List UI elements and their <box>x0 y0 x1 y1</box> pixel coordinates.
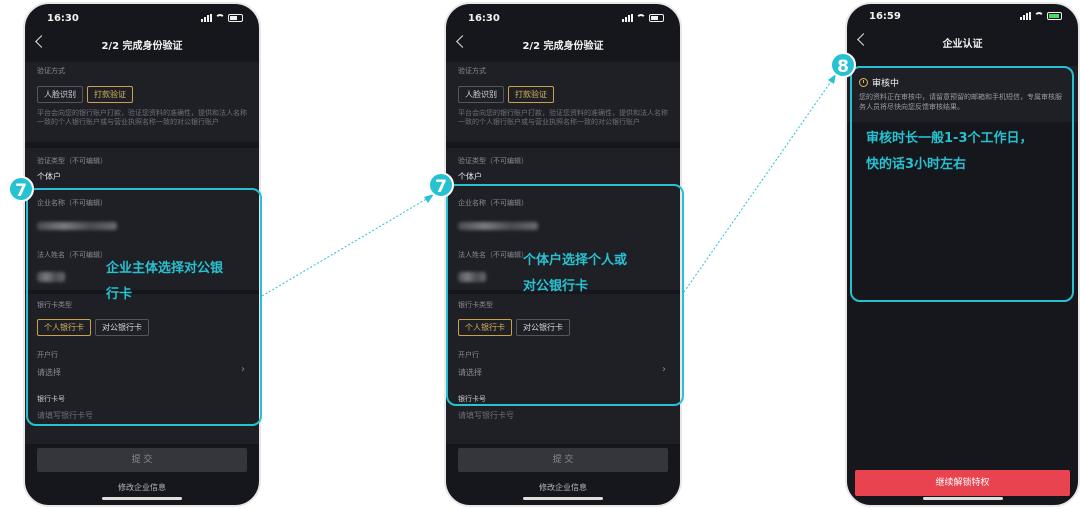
battery-icon <box>228 14 243 22</box>
method-face-button[interactable]: 人脸识别 <box>458 86 504 103</box>
unlock-privileges-button[interactable]: 继续解锁特权 <box>855 470 1070 496</box>
callout-2-line1: 个体户选择个人或 <box>523 253 628 268</box>
status-bar: 16:30 <box>464 13 664 27</box>
callout-1: 企业主体选择对公银 行卡 <box>106 256 223 308</box>
method-transfer-button[interactable]: 打款验证 <box>87 86 133 103</box>
verify-type-value: 个体户 <box>37 172 61 181</box>
battery-icon <box>1047 12 1062 20</box>
page-title: 2/2 完成身份验证 <box>522 41 604 52</box>
nav-bar: 企业认证 <box>847 32 1078 58</box>
method-description: 平台会向您的银行账户打款，验证您资料的准确性，提供和法人名称一致的个人银行账户或… <box>37 109 247 126</box>
submit-button[interactable]: 提 交 <box>37 448 247 472</box>
verify-type-label: 验证类型（不可编辑） <box>37 157 107 165</box>
callout-2-line2: 对公银行卡 <box>523 279 589 294</box>
status-icons <box>201 14 243 22</box>
tutorial-stage: 16:30 2/2 完成身份验证 验证方式 人脸识别 打款验证 平台会向您的银行账… <box>0 0 1080 509</box>
status-icons <box>622 14 664 22</box>
signal-icon <box>1020 12 1031 20</box>
home-indicator <box>523 497 603 500</box>
highlight-box-3 <box>850 66 1074 302</box>
verify-method-section: 验证方式 人脸识别 打款验证 平台会向您的银行账户打款，验证您资料的准确性，提供和… <box>25 62 259 142</box>
modify-company-link[interactable]: 修改企业信息 <box>446 482 680 493</box>
method-face-button[interactable]: 人脸识别 <box>37 86 83 103</box>
arrow-1 <box>261 197 429 297</box>
wifi-icon <box>215 14 225 22</box>
page-title: 企业认证 <box>942 39 983 50</box>
wifi-icon <box>1034 12 1044 20</box>
step-badge-3: 8 <box>830 52 856 78</box>
status-bar: 16:59 <box>865 11 1062 25</box>
status-time: 16:59 <box>869 11 901 22</box>
callout-1-line1: 企业主体选择对公银 <box>106 261 224 276</box>
verify-type-value: 个体户 <box>458 172 482 181</box>
status-icons <box>1020 12 1062 20</box>
nav-bar: 2/2 完成身份验证 <box>25 34 259 60</box>
arrow-2 <box>683 79 833 293</box>
step-badge-1: 7 <box>8 176 34 202</box>
callout-3-line2: 快的话3小时左右 <box>866 157 967 172</box>
wifi-icon <box>636 14 646 22</box>
callout-3-line1: 审核时长一般1-3个工作日， <box>866 131 1033 146</box>
status-time: 16:30 <box>468 13 500 24</box>
callout-1-line2: 行卡 <box>106 287 133 302</box>
submit-button[interactable]: 提 交 <box>458 448 668 472</box>
method-transfer-button[interactable]: 打款验证 <box>508 86 554 103</box>
method-description: 平台会向您的银行账户打款，验证您资料的准确性，提供和法人名称一致的个人银行账户或… <box>458 109 668 126</box>
verify-type-label: 验证类型（不可编辑） <box>458 157 528 165</box>
modify-company-link[interactable]: 修改企业信息 <box>25 482 259 493</box>
verify-method-section: 验证方式 人脸识别 打款验证 平台会向您的银行账户打款，验证您资料的准确性，提供和… <box>446 62 680 142</box>
home-indicator <box>102 497 182 500</box>
callout-2: 个体户选择个人或 对公银行卡 <box>523 248 627 300</box>
nav-bar: 2/2 完成身份验证 <box>446 34 680 60</box>
step-badge-2: 7 <box>428 172 454 198</box>
page-title: 2/2 完成身份验证 <box>101 41 183 52</box>
verify-method-label: 验证方式 <box>458 67 486 75</box>
home-indicator <box>922 497 1003 500</box>
signal-icon <box>201 14 212 22</box>
battery-icon <box>649 14 664 22</box>
verify-method-label: 验证方式 <box>37 67 65 75</box>
status-bar: 16:30 <box>43 13 243 27</box>
status-time: 16:30 <box>47 13 79 24</box>
signal-icon <box>622 14 633 22</box>
card-no-input[interactable]: 请填写银行卡号 <box>458 410 668 421</box>
callout-3: 审核时长一般1-3个工作日， 快的话3小时左右 <box>866 126 1033 178</box>
